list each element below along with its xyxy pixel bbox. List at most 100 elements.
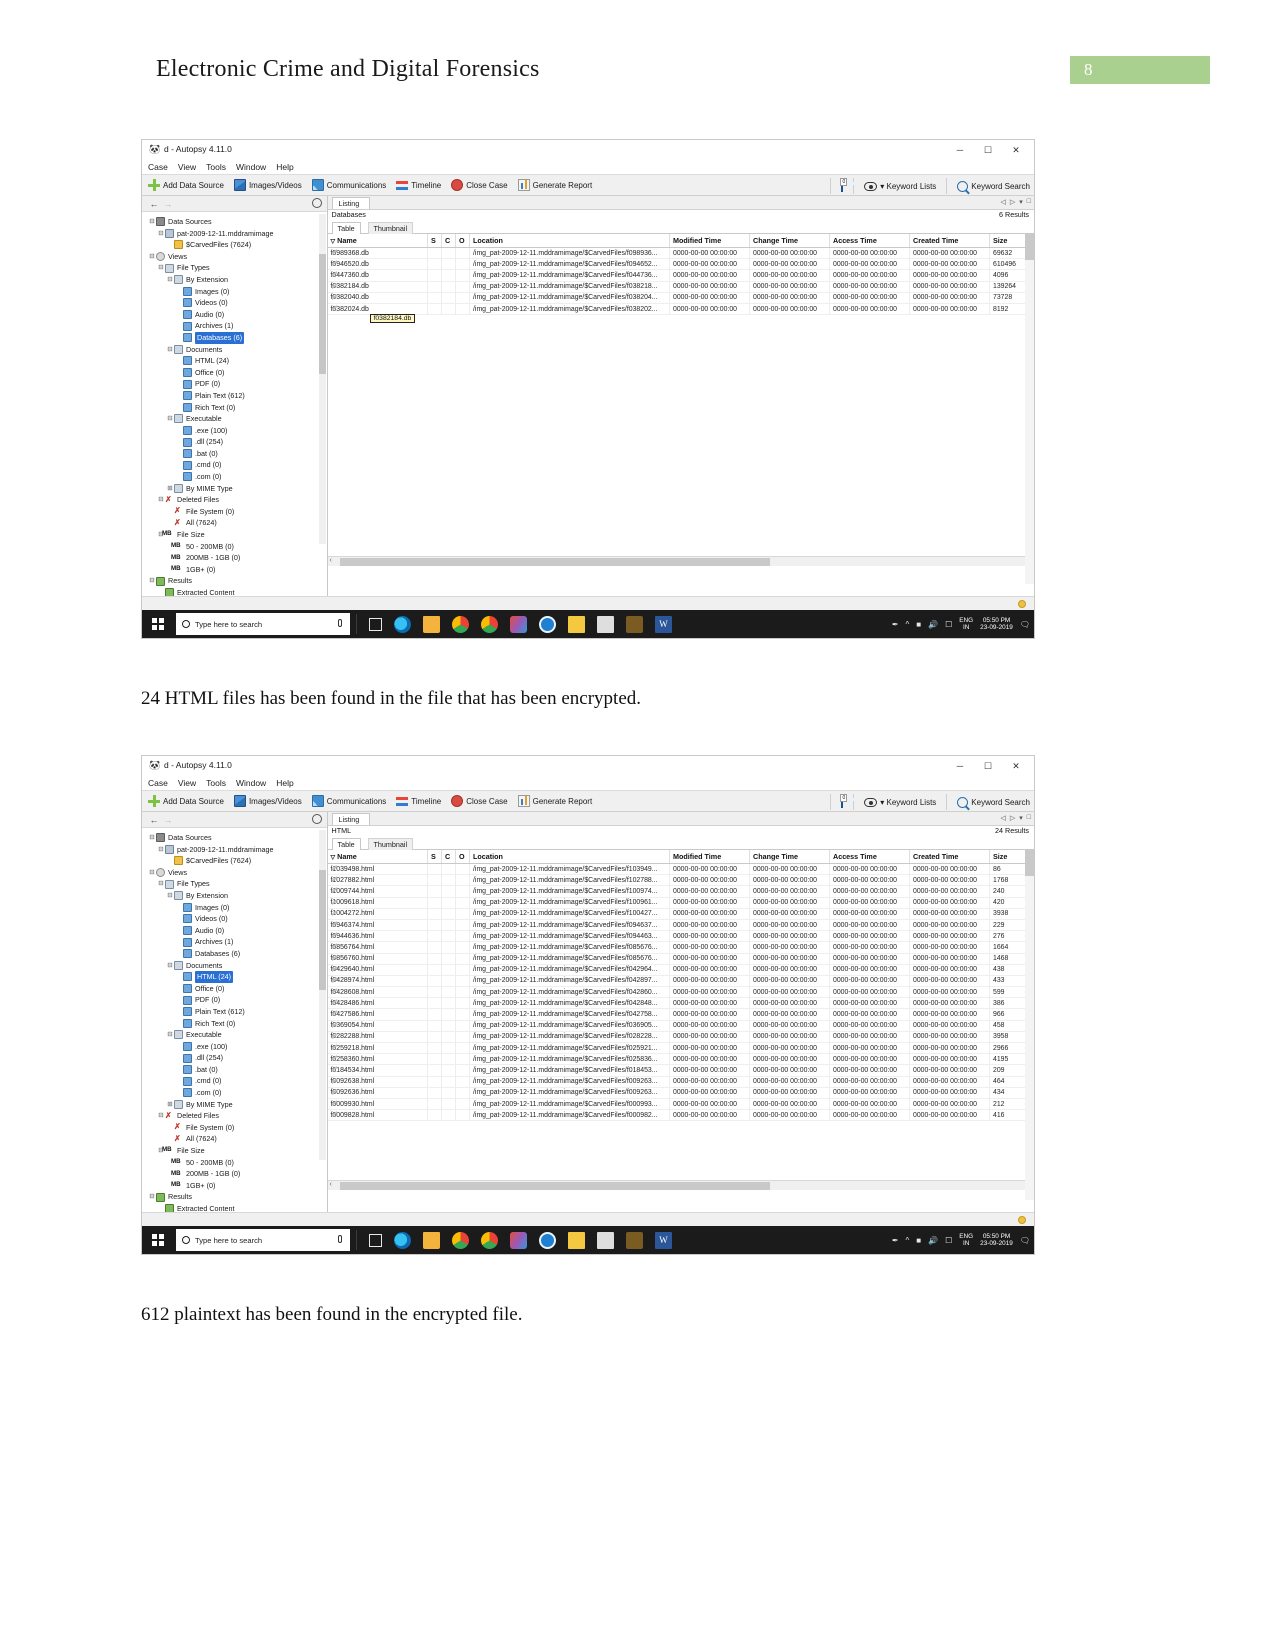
tree-scrollbar-2[interactable] [318, 830, 326, 1160]
table-row[interactable]: f0946520.db/img_pat-2009-12-11.mddramima… [327, 258, 1034, 271]
network-icon[interactable]: ☐ [945, 620, 952, 629]
menu-item-view[interactable]: View [178, 162, 196, 172]
tree-item-file-size[interactable]: ⊟File Size [148, 528, 327, 541]
table-row[interactable]: f0009930.html/img_pat-2009-12-11.mddrami… [327, 1098, 1034, 1111]
taskbar-search-input[interactable]: Type here to search [176, 613, 350, 635]
table-row[interactable]: f1009744.html/img_pat-2009-12-11.mddrami… [327, 885, 1034, 898]
tree-item-1gb-0[interactable]: 1GB+ (0) [148, 563, 327, 576]
tree-item-pat-2009-12-11-mddramimage[interactable]: ⊟ pat-2009-12-11.mddramimage [148, 228, 327, 240]
show-hidden-icons-icon[interactable]: ^ [906, 620, 910, 629]
column-header-access-time[interactable]: Access Time [829, 234, 910, 248]
tree-expander-icon[interactable]: ⊟ [148, 1191, 156, 1203]
tree-item-data-sources[interactable]: ⊟ Data Sources [148, 832, 327, 844]
tree-item-file-size[interactable]: ⊟File Size [148, 1144, 327, 1157]
action-center-icon[interactable]: 🗨 [1020, 1236, 1030, 1245]
word-icon[interactable]: W [655, 1231, 672, 1249]
table-row[interactable]: f0428974.html/img_pat-2009-12-11.mddrami… [327, 975, 1034, 988]
tree-item-200mb-1gb-0[interactable]: 200MB - 1GB (0) [148, 552, 327, 564]
tree-item-executable[interactable]: ⊟ Executable [148, 1029, 327, 1041]
table-row[interactable]: f0258360.html/img_pat-2009-12-11.mddrami… [327, 1053, 1034, 1066]
table-row[interactable]: f0282288.html/img_pat-2009-12-11.mddrami… [327, 1031, 1034, 1044]
tree-item-results[interactable]: ⊟ Results [148, 1191, 327, 1203]
column-header-modified-time[interactable]: Modified Time [669, 850, 750, 864]
menu-item-window-2[interactable]: Window [236, 778, 266, 788]
minimize-button[interactable]: ─ [946, 140, 974, 160]
calculator-icon[interactable] [597, 1231, 614, 1249]
column-header-o[interactable]: O [455, 850, 470, 864]
tree-item-cmd-0[interactable]: .cmd (0) [148, 459, 327, 471]
tree-expander-icon[interactable]: ⊟ [148, 251, 156, 263]
menu-item-help-2[interactable]: Help [276, 778, 293, 788]
tree-item-pat-2009-12-11-mddramimage[interactable]: ⊟ pat-2009-12-11.mddramimage [148, 844, 327, 856]
tree-item-file-types[interactable]: ⊟ File Types [148, 262, 327, 274]
column-header-location[interactable]: Location [469, 234, 670, 248]
table-row[interactable]: f0369054.html/img_pat-2009-12-11.mddrami… [327, 1020, 1034, 1032]
tree-item-office-0[interactable]: Office (0) [148, 367, 327, 379]
column-header-name[interactable]: ▽ Name [327, 234, 428, 248]
tree-item-videos-0[interactable]: Videos (0) [148, 913, 327, 925]
generate-report-button[interactable]: Generate Report [517, 179, 592, 191]
tree-item-50-200mb-0[interactable]: 50 - 200MB (0) [148, 1156, 327, 1169]
tree-item-results[interactable]: ⊟ Results [148, 575, 327, 587]
table-row[interactable]: f0856760.html/img_pat-2009-12-11.mddrami… [327, 953, 1034, 965]
tree-item-documents[interactable]: ⊟ Documents [148, 960, 327, 972]
column-header-access-time[interactable]: Access Time [829, 850, 910, 864]
tree-item-by-mime-type[interactable]: ⊞ By MIME Type [148, 1099, 327, 1111]
tree-expander-icon[interactable]: ⊟ [157, 262, 165, 274]
tree-item-executable[interactable]: ⊟ Executable [148, 413, 327, 425]
tree-item-rich-text-0[interactable]: Rich Text (0) [148, 1018, 327, 1030]
tree-expander-icon[interactable]: ⊟ [166, 890, 174, 902]
tree-item-1gb-0[interactable]: 1GB+ (0) [148, 1179, 327, 1192]
table-row[interactable]: f1039498.html/img_pat-2009-12-11.mddrami… [327, 863, 1034, 876]
keyword-search-button-2[interactable]: Keyword Search [957, 796, 1030, 808]
tree-item-images-0[interactable]: Images (0) [148, 286, 327, 298]
pen-icon[interactable]: ✒ [892, 1236, 899, 1245]
table-row[interactable]: f0428608.html/img_pat-2009-12-11.mddrami… [327, 986, 1034, 999]
network-icon[interactable]: ☐ [945, 1236, 952, 1245]
tree-item-by-extension[interactable]: ⊟ By Extension [148, 890, 327, 902]
timeline-button[interactable]: Timeline [396, 179, 441, 191]
tree-item-com-0[interactable]: .com (0) [148, 471, 327, 483]
tree-expander-icon[interactable]: ⊟ [157, 1110, 165, 1122]
communications-button-2[interactable]: Communications [311, 795, 386, 807]
microphone-icon[interactable] [338, 1235, 342, 1243]
tree-item-html-24[interactable]: HTML (24) [148, 971, 327, 983]
menu-item-help[interactable]: Help [276, 162, 293, 172]
add-data-source-button[interactable]: Add Data Source [148, 179, 224, 191]
scroll-right-icon[interactable]: ▷ [1010, 198, 1015, 206]
generate-report-button-2[interactable]: Generate Report [517, 795, 592, 807]
column-header-o[interactable]: O [455, 234, 470, 248]
tree-item-carvedfiles-7624[interactable]: $CarvedFiles (7624) [148, 855, 327, 867]
photos-icon[interactable] [539, 615, 556, 633]
tree-item-databases-6[interactable]: Databases (6) [148, 331, 327, 344]
tree-item-extracted-content[interactable]: Extracted Content [148, 1203, 327, 1212]
column-header-name[interactable]: ▽ Name [327, 850, 428, 864]
scroll-left-icon[interactable]: ◁ [1000, 198, 1005, 206]
tree-item-html-24[interactable]: HTML (24) [148, 355, 327, 367]
file-explorer-icon[interactable] [423, 615, 440, 633]
table-header-row[interactable]: ▽ Name S C O Location Modified Time Change Time… [327, 234, 1034, 248]
tree-item-office-0[interactable]: Office (0) [148, 983, 327, 995]
volume-icon[interactable]: 🔊 [928, 620, 938, 629]
tab-listing[interactable]: Listing [331, 197, 371, 209]
column-header-created-time[interactable]: Created Time [909, 850, 990, 864]
tree-expander-icon[interactable]: ⊟ [166, 274, 174, 286]
table-row[interactable]: f0092638.html/img_pat-2009-12-11.mddrami… [327, 1076, 1034, 1088]
column-header-s[interactable]: S [427, 234, 442, 248]
column-header-modified-time[interactable]: Modified Time [669, 234, 750, 248]
tree-item-cmd-0[interactable]: .cmd (0) [148, 1075, 327, 1087]
scroll-left-arrow[interactable]: ‹ [330, 1181, 332, 1188]
tree-item-videos-0[interactable]: Videos (0) [148, 297, 327, 309]
tree-scrollbar[interactable] [318, 214, 326, 544]
tree-item-pdf-0[interactable]: PDF (0) [148, 994, 327, 1006]
paint-icon[interactable] [510, 1231, 527, 1249]
tree-item-dll-254[interactable]: .dll (254) [148, 436, 327, 448]
table-row[interactable]: f0944636.html/img_pat-2009-12-11.mddrami… [327, 930, 1034, 943]
maximize-button-2[interactable]: ☐ [974, 756, 1002, 776]
back-button-2[interactable]: ← [147, 814, 161, 826]
horizontal-scrollbar[interactable]: ‹ › [327, 556, 1034, 566]
messages-button-2[interactable]: 0 [840, 793, 848, 808]
column-header-location[interactable]: Location [469, 850, 670, 864]
tree-item-dll-254[interactable]: .dll (254) [148, 1052, 327, 1064]
calculator-icon[interactable] [597, 615, 614, 633]
